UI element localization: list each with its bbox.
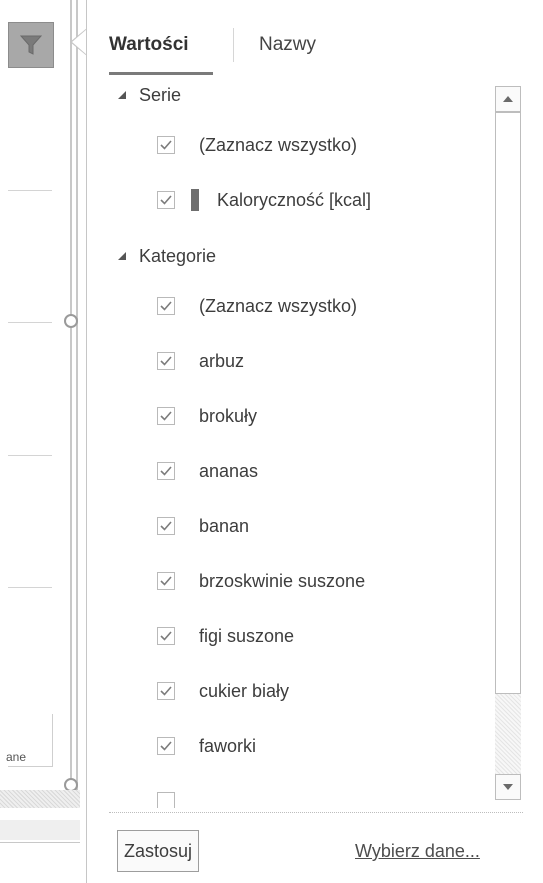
funnel-icon [19,35,43,55]
list-item-label: banan [199,515,250,536]
checkbox[interactable] [157,792,175,808]
list-item-label: cukier biały [199,680,290,701]
filter-tree-list: Serie (Zaznacz wszystko) Kaloryczność [k… [87,78,487,808]
triangle-expanded-icon[interactable] [117,90,127,100]
checkbox[interactable] [157,407,175,425]
checkmark-icon [160,576,172,586]
checkbox[interactable] [157,136,175,154]
list-item-series[interactable]: Kaloryczność [kcal] [157,185,371,215]
checkbox[interactable] [157,682,175,700]
checkmark-icon [160,686,172,696]
list-item-categories-select-all[interactable]: (Zaznacz wszystko) [157,291,357,321]
chart-resize-handle[interactable] [64,314,78,328]
scroll-up-arrow-icon [503,96,513,102]
chart-bottom-grip [0,790,80,808]
scroll-up-button[interactable] [495,86,521,112]
chart-gridline [8,190,52,191]
checkbox[interactable] [157,191,175,209]
checkmark-icon [160,631,172,641]
list-item-label: faworki [199,735,257,756]
chart-border-right [76,0,78,790]
list-item-category[interactable]: cukier biały [157,676,289,706]
list-item-label: arbuz [199,350,245,371]
list-item-series-select-all[interactable]: (Zaznacz wszystko) [157,130,357,160]
chart-filter-panel: Wartości Nazwy Serie (Zaznacz wszystko) … [86,0,543,883]
panel-pointer-fill [72,29,87,55]
list-scrollbar[interactable] [495,86,523,800]
checkbox[interactable] [157,627,175,645]
tree-group-series[interactable]: Serie [117,80,181,110]
footer-divider [109,812,523,813]
checkmark-icon [160,411,172,421]
active-tab-underline [109,72,213,75]
chart-border-left [70,0,72,790]
checkmark-icon [160,356,172,366]
checkbox[interactable] [157,462,175,480]
list-item-category[interactable]: brzoskwinie suszone [157,566,365,596]
chart-bottom-bar [0,820,80,840]
checkmark-icon [160,301,172,311]
list-item-label: figi suszone [199,625,295,646]
chart-filter-button[interactable] [8,22,54,68]
triangle-expanded-icon[interactable] [117,251,127,261]
list-item-category[interactable]: ananas [157,456,258,486]
checkmark-icon [160,741,172,751]
list-item-label: (Zaznacz wszystko) [199,134,358,155]
chart-gridline [8,587,52,588]
checkbox[interactable] [157,517,175,535]
scroll-track-lower[interactable] [495,694,521,774]
checkmark-icon [160,466,172,476]
tab-separator [233,28,234,62]
series-color-swatch [191,189,199,211]
list-item-label: Kaloryczność [kcal] [217,189,372,210]
checkbox[interactable] [157,572,175,590]
scroll-thumb[interactable] [495,112,521,694]
list-item-category[interactable]: faworki [157,731,256,761]
list-item-label: (Zaznacz wszystko) [199,295,358,316]
list-item-label: ananas [199,460,259,481]
tree-group-categories[interactable]: Kategorie [117,241,216,271]
checkmark-icon [160,195,172,205]
list-item-category[interactable]: banan [157,511,249,541]
checkbox[interactable] [157,737,175,755]
scroll-down-arrow-icon [503,784,513,790]
scroll-down-button[interactable] [495,774,521,800]
list-item-category-partial[interactable] [157,786,199,808]
tree-group-label: Kategorie [139,245,217,266]
chart-bottom-line [0,842,80,843]
checkmark-icon [160,521,172,531]
tab-values[interactable]: Wartości [109,34,189,56]
chart-area: ane [0,0,80,883]
list-item-category[interactable]: arbuz [157,346,244,376]
checkbox[interactable] [157,297,175,315]
tab-names[interactable]: Nazwy [259,34,316,56]
list-item-category[interactable]: brokuły [157,401,257,431]
chart-gridline [8,455,52,456]
list-item-label: brzoskwinie suszone [199,570,366,591]
chart-gridline [8,322,52,323]
tree-group-label: Serie [139,84,182,105]
list-item-category[interactable]: figi suszone [157,621,294,651]
checkbox[interactable] [157,352,175,370]
select-data-link[interactable]: Wybierz dane... [355,841,480,862]
apply-button[interactable]: Zastosuj [117,830,200,872]
list-item-label: brokuły [199,405,258,426]
checkmark-icon [160,140,172,150]
chart-axis-label: ane [6,750,27,764]
